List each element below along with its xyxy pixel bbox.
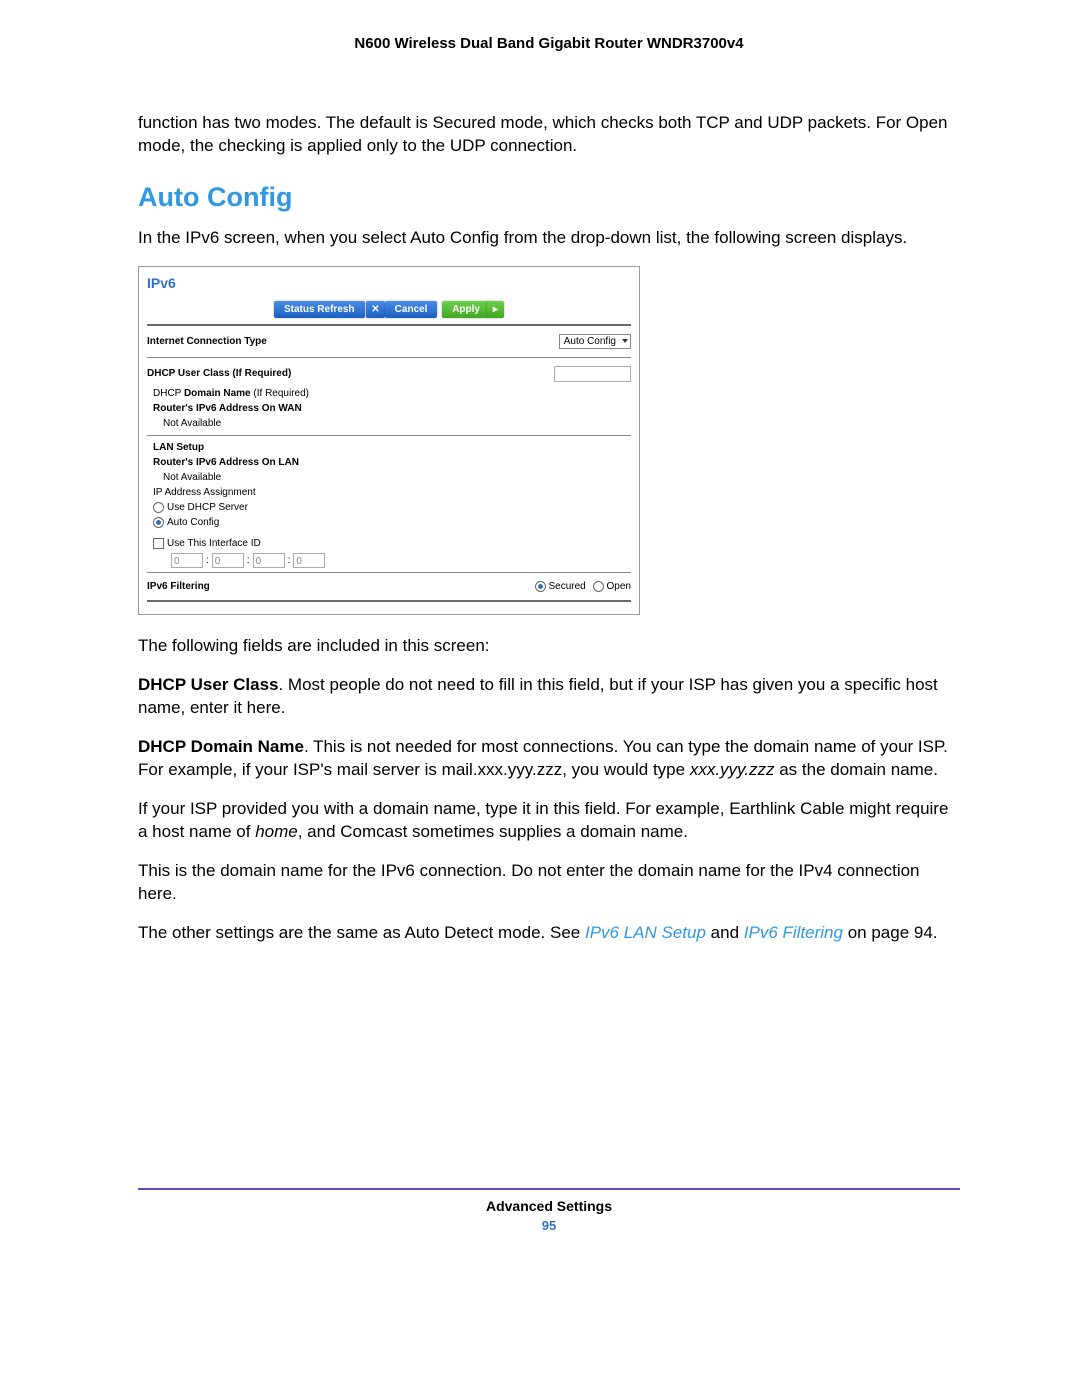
dhcp-user-class-label: DHCP User Class (If Required): [147, 368, 291, 379]
radio-dhcp-server[interactable]: [153, 502, 164, 513]
p-domain-italic: xxx.yyy.zzz: [690, 760, 775, 779]
p-user-class: DHCP User Class. Most people do not need…: [138, 674, 960, 720]
router-screenshot: IPv6 Status Refresh ✕Cancel Apply▸ Inter…: [138, 266, 640, 615]
interface-id-fields: 0:0:0:0: [153, 553, 631, 568]
p-user-class-bold: DHCP User Class: [138, 675, 278, 694]
radio-secured-label: Secured: [549, 581, 586, 592]
filtering-label: IPv6 Filtering: [147, 581, 210, 592]
conn-type-label: Internet Connection Type: [147, 336, 267, 347]
p-other: The other settings are the same as Auto …: [138, 922, 960, 945]
p-domain: DHCP Domain Name. This is not needed for…: [138, 736, 960, 782]
use-interface-checkbox[interactable]: [153, 538, 164, 549]
section-heading: Auto Config: [138, 182, 960, 213]
radio-auto-config[interactable]: [153, 517, 164, 528]
intro-paragraph: function has two modes. The default is S…: [138, 112, 960, 158]
radio-auto-config-label: Auto Config: [167, 517, 219, 528]
wan-addr-value: Not Available: [153, 416, 631, 431]
doc-title: N600 Wireless Dual Band Gigabit Router W…: [138, 35, 960, 52]
page-number: 95: [138, 1218, 960, 1233]
p-domain-2: as the domain name.: [775, 760, 938, 779]
ip-assignment-label: IP Address Assignment: [153, 485, 631, 500]
p-domain-bold: DHCP Domain Name: [138, 737, 304, 756]
p-other-2: and: [706, 923, 744, 942]
lan-addr-label: Router's IPv6 Address On LAN: [153, 455, 631, 470]
radio-secured[interactable]: [535, 581, 546, 592]
footer-label: Advanced Settings: [138, 1198, 960, 1214]
link-ipv6-filtering[interactable]: IPv6 Filtering: [744, 923, 843, 942]
iface-field-2[interactable]: 0: [212, 553, 244, 568]
cancel-button[interactable]: Cancel: [385, 301, 438, 318]
router-title: IPv6: [147, 271, 631, 297]
dhcp-user-class-input[interactable]: [554, 366, 631, 382]
dhcp-domain-name-label-a: DHCP: [153, 388, 184, 399]
apply-button[interactable]: Apply: [442, 301, 490, 318]
iface-field-4[interactable]: 0: [293, 553, 325, 568]
p-ipv4-note: This is the domain name for the IPv6 con…: [138, 860, 960, 906]
p-isp: If your ISP provided you with a domain n…: [138, 798, 960, 844]
footer-rule: [138, 1188, 960, 1190]
dhcp-domain-name-label-c: (If Required): [253, 388, 309, 399]
lan-addr-value: Not Available: [153, 470, 631, 485]
p-isp-italic: home: [255, 822, 298, 841]
p-other-3: on page 94.: [843, 923, 938, 942]
status-refresh-button[interactable]: Status Refresh: [274, 301, 365, 318]
after-image-text: The following fields are included in thi…: [138, 635, 960, 658]
lan-setup-label: LAN Setup: [153, 440, 631, 455]
p-other-1: The other settings are the same as Auto …: [138, 923, 585, 942]
radio-open[interactable]: [593, 581, 604, 592]
dhcp-domain-name-label-b: Domain Name: [184, 388, 253, 399]
radio-open-label: Open: [607, 581, 631, 592]
apply-arrow-button[interactable]: ▸: [487, 301, 504, 318]
conn-type-select[interactable]: Auto Config: [559, 334, 631, 349]
p-isp-2: , and Comcast sometimes supplies a domai…: [298, 822, 688, 841]
iface-field-1[interactable]: 0: [171, 553, 203, 568]
link-ipv6-lan-setup[interactable]: IPv6 LAN Setup: [585, 923, 706, 942]
radio-dhcp-server-label: Use DHCP Server: [167, 502, 248, 513]
wan-addr-label: Router's IPv6 Address On WAN: [153, 401, 631, 416]
use-interface-label: Use This Interface ID: [167, 538, 261, 549]
iface-field-3[interactable]: 0: [253, 553, 285, 568]
section-intro: In the IPv6 screen, when you select Auto…: [138, 227, 960, 250]
cancel-x-button[interactable]: ✕: [366, 301, 384, 318]
